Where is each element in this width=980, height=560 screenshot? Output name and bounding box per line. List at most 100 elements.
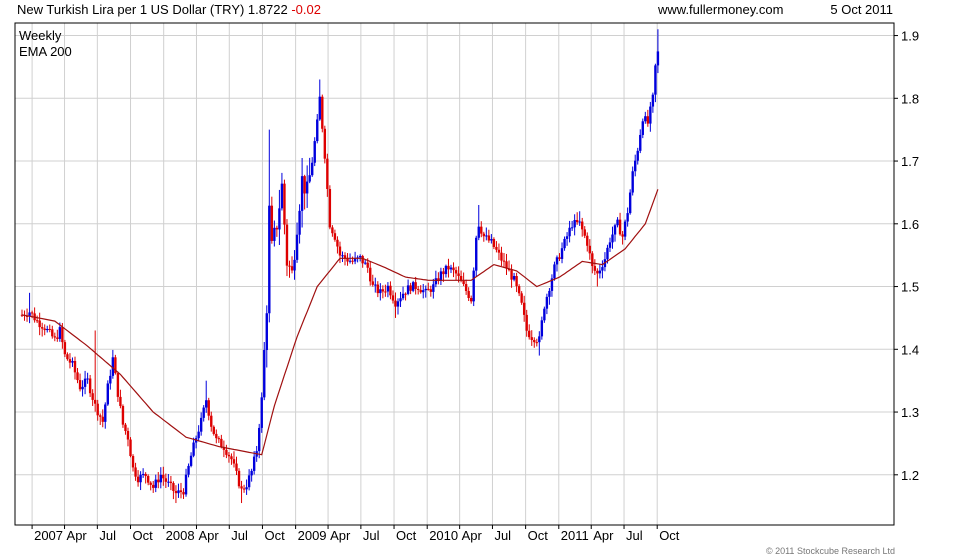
price-bar-body: [295, 234, 299, 260]
price-bar-body: [386, 285, 390, 292]
price-bar-body: [126, 430, 130, 440]
price-bar-body: [469, 298, 473, 302]
price-bar-body: [240, 486, 243, 489]
price-bar-body: [591, 253, 594, 267]
price-bar-body: [563, 238, 566, 249]
price-bar-body: [558, 257, 561, 259]
price-bar-body: [565, 236, 569, 239]
x-tick-label: 2009: [298, 528, 327, 543]
price-bar-body: [116, 373, 120, 397]
price-bar-body: [530, 337, 533, 340]
price-bar-body: [78, 380, 82, 390]
price-bar-body: [174, 491, 178, 494]
price-bar-body: [379, 289, 382, 294]
price-bar-body: [399, 298, 402, 302]
price-bar-body: [53, 336, 57, 338]
price-bar-body: [358, 256, 362, 258]
price-bar-body: [401, 293, 405, 299]
price-bar-body: [338, 246, 342, 256]
price-bar-body: [46, 328, 49, 331]
price-bar-body: [61, 327, 64, 343]
price-bar-body: [225, 449, 228, 455]
x-tick-label: Apr: [462, 528, 483, 543]
price-bar-body: [131, 456, 135, 468]
price-bar-body: [348, 260, 352, 262]
price-bar-body: [308, 175, 311, 182]
chart-title: New Turkish Lira per 1 US Dollar (TRY) 1…: [17, 2, 321, 17]
price-bar-body: [141, 473, 145, 475]
price-bar-body: [124, 424, 127, 431]
price-bar-body: [363, 262, 367, 264]
price-bar-body: [81, 386, 84, 390]
price-bar-body: [202, 407, 205, 418]
price-bar-body: [247, 475, 251, 488]
price-bar-body: [512, 276, 516, 280]
price-bar-body: [623, 221, 627, 237]
price-bar-body: [611, 234, 614, 243]
price-bar-body: [570, 227, 574, 229]
price-bar-body: [328, 189, 332, 228]
price-bar-body: [497, 249, 501, 253]
y-tick-label: 1.6: [901, 217, 919, 232]
price-bar-body: [88, 378, 92, 394]
price-bar-body: [263, 350, 266, 398]
x-tick-label: Jul: [231, 528, 248, 543]
ema-200-line: [21, 189, 659, 456]
price-bar-body: [182, 492, 185, 495]
legend-ema-200: EMA 200: [19, 44, 72, 59]
price-bar-body: [540, 320, 544, 337]
price-bar-body: [162, 474, 165, 479]
price-bar-body: [250, 470, 253, 476]
price-bar-body: [626, 213, 629, 222]
price-bar-body: [35, 320, 39, 322]
price-bar-body: [628, 192, 632, 214]
x-tick-label: Jul: [626, 528, 643, 543]
x-tick-label: Oct: [528, 528, 549, 543]
price-bar-body: [606, 247, 609, 260]
price-bar-body: [235, 463, 238, 471]
price-bar-body: [581, 221, 584, 230]
x-tick-label: Apr: [198, 528, 219, 543]
price-bar-body: [179, 490, 183, 493]
price-bar-body: [227, 454, 231, 457]
x-tick-label: 2007: [34, 528, 63, 543]
price-bar-body: [495, 246, 498, 250]
chart-svg: 1.2 1.3 1.4 1.5 1.6 1.7 1.8 1.9 2007 Apr Jul Oct 20…: [14, 2, 919, 556]
price-bar-body: [651, 94, 655, 107]
price-bar-body: [313, 141, 316, 163]
price-bar-body: [101, 416, 104, 422]
price-bar-body: [477, 226, 480, 238]
price-bar-body: [336, 239, 339, 247]
price-bar-body: [568, 227, 571, 237]
price-bar-body: [172, 483, 175, 492]
price-bar-body: [419, 289, 422, 293]
price-bar-body: [157, 479, 160, 483]
x-tick-label: 2008: [166, 528, 195, 543]
price-bar-body: [212, 426, 215, 434]
price-bar-body: [598, 270, 602, 274]
price-bar-body: [51, 329, 54, 337]
price-bar-body: [129, 439, 132, 457]
price-bar-body: [323, 128, 327, 159]
price-bar-body: [548, 290, 551, 297]
price-bar-body: [237, 470, 241, 487]
price-bar-body: [83, 378, 87, 387]
price-bar-body: [273, 227, 276, 241]
price-bar-body: [404, 293, 407, 295]
price-bar-body: [326, 158, 329, 190]
price-bar-body: [351, 260, 354, 262]
price-bar-body: [146, 476, 150, 483]
price-bar-body: [71, 360, 74, 363]
price-bar-body: [283, 183, 286, 225]
price-bar-body: [543, 308, 546, 321]
price-bar-body: [593, 266, 597, 271]
price-bar-body: [300, 176, 304, 211]
price-bar-body: [522, 302, 526, 315]
price-bar-body: [220, 438, 223, 447]
price-bar-body: [422, 290, 425, 293]
price-bar-body: [119, 396, 122, 407]
grid: [15, 23, 894, 525]
price-bar-body: [66, 354, 69, 360]
price-bar-body: [475, 237, 478, 271]
x-tick-label: Oct: [659, 528, 680, 543]
